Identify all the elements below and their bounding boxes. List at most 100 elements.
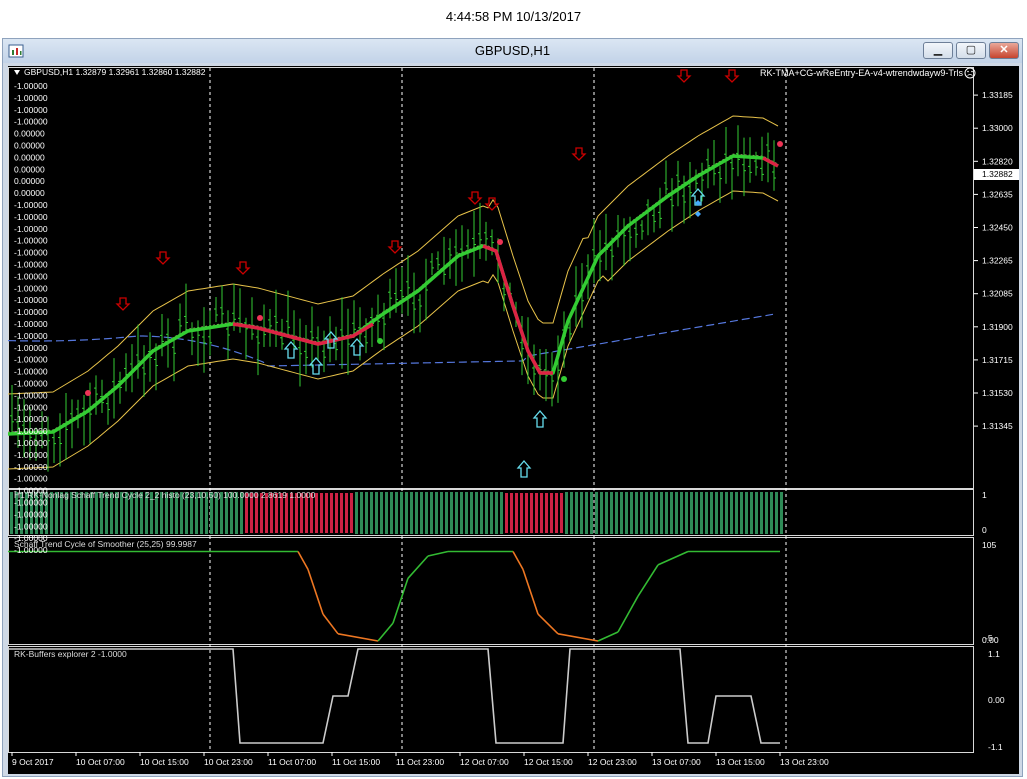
- left-value-label: -1.00000: [14, 93, 48, 103]
- buffer-tick-label: 1.1: [988, 649, 1000, 659]
- histo-bar: [625, 492, 628, 534]
- histo-bar: [655, 492, 658, 534]
- buffer-tick-label: 0.00: [988, 695, 1005, 705]
- schaff-segment: [427, 550, 449, 557]
- price-chart[interactable]: GBPUSD,H1 1.32879 1.32961 1.32860 1.3288…: [8, 66, 1019, 774]
- schaff-segment: [337, 633, 379, 642]
- schaff-tick-label: 105: [982, 540, 996, 550]
- histo-bar: [765, 492, 768, 534]
- histo-bar: [350, 493, 353, 533]
- histo-bar: [780, 492, 783, 534]
- histo-bar: [670, 492, 673, 534]
- histo-bar: [315, 493, 318, 533]
- minimize-button[interactable]: ▁: [923, 42, 953, 59]
- histo-bar: [565, 492, 568, 534]
- histo-bar: [420, 492, 423, 534]
- histo-bar: [330, 493, 333, 533]
- histo-bar: [515, 493, 518, 533]
- histo-bar: [715, 492, 718, 534]
- histo-bar: [500, 492, 503, 534]
- left-value-label: -1.00000: [14, 295, 48, 305]
- panel-collapse-icon[interactable]: [14, 70, 20, 75]
- lower-band: [8, 190, 779, 470]
- left-value-label: 0.00000: [14, 129, 45, 139]
- signal-dot: [497, 239, 503, 245]
- price-tick-label: 1.32085: [982, 289, 1013, 299]
- histo-tick-label: 0: [982, 525, 987, 535]
- histo-bar: [720, 492, 723, 534]
- histo-bar: [730, 492, 733, 534]
- left-value-label: -1.00000: [14, 307, 48, 317]
- schaff-segment: [597, 631, 619, 642]
- histo-bar: [365, 492, 368, 534]
- schaff-segment: [297, 551, 309, 570]
- left-value-label: -1.00000: [14, 414, 48, 424]
- schaff-segment: [377, 622, 394, 642]
- time-tick-label: 11 Oct 15:00: [332, 757, 380, 767]
- schaff-segment: [392, 578, 409, 624]
- histo-bar: [585, 492, 588, 534]
- left-value-label: 0.00000: [14, 164, 45, 174]
- arrow-down-icon: [467, 191, 483, 205]
- left-value-label: 0.00000: [14, 188, 45, 198]
- histo-bar: [480, 492, 483, 534]
- histo-bar: [385, 492, 388, 534]
- histo-bar: [440, 492, 443, 534]
- left-value-label: -1.00000: [14, 438, 48, 448]
- histo-bar: [430, 492, 433, 534]
- left-value-label: 0.00000: [14, 152, 45, 162]
- left-value-label: -1.00000: [14, 283, 48, 293]
- price-tick-label: 1.33185: [982, 90, 1013, 100]
- chart-area[interactable]: GBPUSD,H1 1.32879 1.32961 1.32860 1.3288…: [8, 66, 1019, 774]
- histo-bar: [540, 493, 543, 533]
- left-value-label: 0.00000: [14, 141, 45, 151]
- histo-bar: [600, 492, 603, 534]
- histo-bar: [695, 492, 698, 534]
- histo-bar: [685, 492, 688, 534]
- histo-bar: [345, 493, 348, 533]
- time-tick-label: 12 Oct 07:00: [460, 757, 509, 767]
- maximize-button[interactable]: ▢: [956, 42, 986, 59]
- title-bar[interactable]: GBPUSD,H1 ▁ ▢ ✕: [3, 39, 1022, 63]
- histo-bar: [425, 492, 428, 534]
- buffers-title: RK-Buffers explorer 2 -1.0000: [14, 649, 127, 659]
- left-value-label: -1.00000: [14, 248, 48, 258]
- histo-bar: [340, 493, 343, 533]
- left-value-label: -1.00000: [14, 236, 48, 246]
- arrow-down-icon: [387, 240, 403, 254]
- histo-bar: [705, 492, 708, 534]
- histo-bar: [495, 492, 498, 534]
- histo-bar: [620, 492, 623, 534]
- buffer-line: [8, 648, 780, 744]
- histo-bar: [700, 492, 703, 534]
- time-tick-label: 10 Oct 15:00: [140, 757, 189, 767]
- price-tick-label: 1.31345: [982, 421, 1013, 431]
- histo-bar: [325, 493, 328, 533]
- left-value-label: -1.00000: [14, 509, 48, 519]
- histo-bar: [645, 492, 648, 534]
- left-value-label: -1.00000: [14, 200, 48, 210]
- time-tick-label: 9 Oct 2017: [12, 757, 54, 767]
- histo-bar: [445, 492, 448, 534]
- histo-bar: [455, 492, 458, 534]
- close-button[interactable]: ✕: [989, 42, 1019, 59]
- arrow-up-icon: [283, 341, 299, 359]
- chart-window-icon: [8, 44, 24, 58]
- arrow-up-icon: [349, 338, 365, 356]
- ma-line: [8, 313, 774, 367]
- price-tick-label: 1.33000: [982, 123, 1013, 133]
- left-value-label: -1.00000: [14, 402, 48, 412]
- price-tick-label: 1.32635: [982, 189, 1013, 199]
- histo-bar: [690, 492, 693, 534]
- clock-readout: 4:44:58 PM 10/13/2017: [445, 9, 582, 24]
- left-value-label: -1.00000: [14, 498, 48, 508]
- histo-title: H1 RK-Nonlag Schaff Trend Cycle 2_2 hist…: [14, 490, 316, 500]
- price-tick-label: 1.32265: [982, 256, 1013, 266]
- histo-bar: [505, 493, 508, 533]
- left-value-label: -1.00000: [14, 545, 48, 555]
- signal-dot: [85, 390, 91, 396]
- buffer-path: [8, 648, 780, 744]
- histo-bar: [475, 492, 478, 534]
- chart-window[interactable]: GBPUSD,H1 ▁ ▢ ✕ GBPUSD,H1 1.32879 1.3296…: [2, 38, 1023, 777]
- histo-bar: [485, 492, 488, 534]
